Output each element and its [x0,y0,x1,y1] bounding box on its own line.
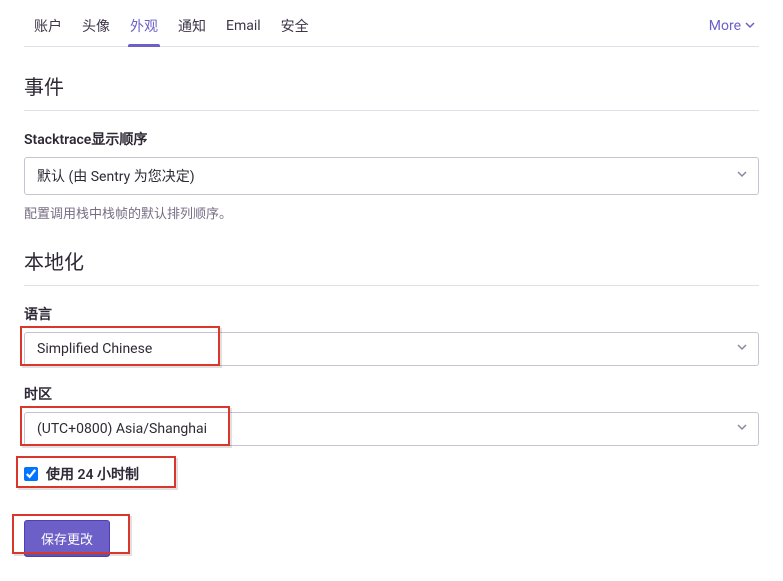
field-stacktrace-order: Stacktrace显示顺序 默认 (由 Sentry 为您决定) 配置调用栈中… [24,129,759,222]
field-clock24: 使用 24 小时制 [24,464,759,484]
section-events-title: 事件 [24,71,759,111]
settings-tabs: 账户 头像 外观 通知 Email 安全 More [24,0,759,47]
timezone-select[interactable]: (UTC+0800) Asia/Shanghai [24,412,759,446]
field-label: Stacktrace显示顺序 [24,129,759,149]
clock24-label: 使用 24 小时制 [46,464,139,484]
tab-label: 账户 [34,19,62,35]
field-help: 配置调用栈中栈帧的默认排列顺序。 [24,203,759,222]
chevron-down-icon [736,168,748,184]
language-select[interactable]: Simplified Chinese [24,332,759,366]
tab-appearance[interactable]: 外观 [120,8,168,46]
tab-label: 安全 [281,19,309,35]
stacktrace-order-select[interactable]: 默认 (由 Sentry 为您决定) [24,157,759,195]
select-value: Simplified Chinese [37,341,152,357]
select-value: (UTC+0800) Asia/Shanghai [37,421,207,437]
tab-account[interactable]: 账户 [24,8,72,46]
tab-label: 通知 [178,19,206,35]
chevron-down-icon [736,341,748,357]
tab-label: Email [226,18,261,34]
save-button[interactable]: 保存更改 [24,520,110,557]
clock24-checkbox[interactable] [24,467,38,481]
tabs-more-label: More [709,18,741,34]
chevron-down-icon [745,18,755,34]
tab-notifications[interactable]: 通知 [168,8,216,46]
tab-label: 头像 [82,19,110,35]
section-localization-title: 本地化 [24,246,759,286]
chevron-down-icon [736,421,748,437]
tab-avatar[interactable]: 头像 [72,8,120,46]
field-label: 语言 [24,304,759,324]
select-value: 默认 (由 Sentry 为您决定) [37,169,195,185]
tab-label: 外观 [130,19,158,35]
tab-security[interactable]: 安全 [271,8,319,46]
field-timezone: 时区 (UTC+0800) Asia/Shanghai [24,384,759,446]
field-language: 语言 Simplified Chinese [24,304,759,366]
tabs-more[interactable]: More [705,10,759,44]
tab-email[interactable]: Email [216,10,271,44]
field-label: 时区 [24,384,759,404]
